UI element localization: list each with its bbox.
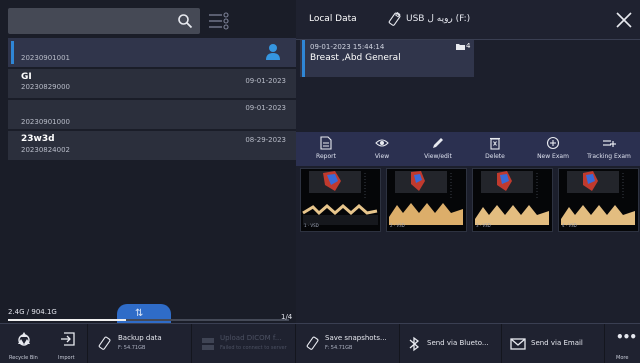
record-date: 09-01-2023: [245, 77, 286, 85]
thumbnail-strip: 1 · VSD 2 · VSD 3 · VSD 4 · VSD: [300, 168, 640, 232]
storage-bar-fill: [8, 319, 127, 321]
plus-circle-icon: [546, 136, 560, 150]
eye-icon: [375, 139, 389, 147]
toolbar-label: View: [374, 153, 390, 160]
record-id: 20230901000: [21, 118, 70, 126]
exam-description: Breast ,Abd General: [310, 53, 401, 63]
save-snapshots-label: Save snapshots...: [325, 334, 387, 342]
image-thumbnail[interactable]: 4 · VSD: [558, 168, 639, 232]
send-email-button[interactable]: Send via Email: [502, 324, 605, 363]
more-button[interactable]: ••• More: [605, 324, 640, 363]
detail-panel: Local Data USB رویه ل (F:) 09-01-2023 15…: [296, 0, 640, 323]
backup-data-button[interactable]: Backup data F: 54.71GB: [88, 324, 192, 363]
search-input[interactable]: [8, 8, 200, 34]
tab-bar: Local Data USB رویه ل (F:): [296, 0, 640, 40]
toolbar-label: View/edit: [424, 153, 452, 160]
image-thumbnail[interactable]: 3 · VSD: [472, 168, 553, 232]
record-id: 20230901001: [21, 54, 70, 62]
patient-icon: [266, 44, 280, 60]
image-count: 4: [466, 42, 471, 50]
view-button[interactable]: View: [353, 132, 411, 166]
image-thumbnail[interactable]: 2 · VSD: [386, 168, 467, 232]
recycle-bin-button[interactable]: Recycle Bin: [0, 324, 48, 363]
record-date: 08-29-2023: [245, 136, 286, 144]
upload-dicom-label: Upload DICOM f...: [220, 334, 282, 342]
report-button[interactable]: Report: [297, 132, 355, 166]
record-id: 20230824002: [21, 146, 70, 154]
tab-usb-drive[interactable]: USB رویه ل (F:): [406, 14, 470, 24]
sort-button[interactable]: ⇅: [117, 304, 171, 324]
record-row[interactable]: 23w3d 20230824002 08-29-2023: [8, 131, 296, 160]
record-row[interactable]: GI 20230829000 09-01-2023: [8, 69, 296, 98]
more-label: More: [616, 355, 629, 361]
record-name: 23w3d: [21, 134, 55, 144]
thumbnail-label: 4 · VSD: [562, 223, 577, 228]
toolbar-label: Report: [316, 153, 336, 160]
sort-arrows-icon: ⇅: [135, 308, 144, 319]
toolbar-label: Delete: [485, 153, 505, 160]
thumbnail-label: 3 · VSD: [476, 223, 491, 228]
usb-icon: [388, 12, 401, 26]
storage-bar: [8, 319, 289, 321]
upload-dicom-button[interactable]: Upload DICOM f... Failed to connect to s…: [192, 324, 296, 363]
bluetooth-icon: [409, 336, 420, 352]
delete-button[interactable]: Delete: [466, 132, 524, 166]
tab-local-data[interactable]: Local Data: [309, 14, 357, 24]
filter-list-icon[interactable]: [206, 9, 232, 33]
import-icon: [61, 332, 75, 346]
report-icon: [320, 136, 332, 150]
page-indicator: 1/4: [281, 313, 293, 321]
more-icon: •••: [616, 330, 637, 344]
recycle-bin-label: Recycle Bin: [9, 355, 38, 361]
exam-toolbar: Report View View/edit Delete New Exam Tr…: [296, 132, 640, 166]
send-bluetooth-label: Send via Blueto...: [427, 339, 489, 347]
tracking-icon: [603, 140, 616, 147]
view-edit-button[interactable]: View/edit: [409, 132, 467, 166]
record-list: 20230901001 GI 20230829000 09-01-2023 20…: [8, 38, 296, 162]
usb-icon: [306, 336, 319, 350]
folder-icon: [456, 44, 465, 50]
import-button[interactable]: Import: [48, 324, 88, 363]
record-row[interactable]: 20230901000 09-01-2023: [8, 100, 296, 129]
storage-usage: 2.4G / 904.1G: [8, 308, 57, 316]
toolbar-label: New Exam: [537, 153, 569, 160]
record-name: GI: [21, 72, 32, 82]
exam-datetime: 09-01-2023 15:44:14: [310, 43, 385, 51]
pencil-icon: [433, 138, 443, 148]
tracking-exam-button[interactable]: Tracking Exam: [580, 132, 638, 166]
record-panel: 20230901001 GI 20230829000 09-01-2023 20…: [0, 0, 296, 363]
save-snapshots-button[interactable]: Save snapshots... F: 54.71GB: [296, 324, 400, 363]
send-email-label: Send via Email: [531, 339, 583, 347]
thumbnail-label: 1 · VSD: [304, 223, 319, 228]
usb-icon: [98, 336, 111, 350]
record-date: 09-01-2023: [245, 104, 286, 112]
import-label: Import: [58, 355, 75, 361]
backup-free-space: F: 54.71GB: [118, 345, 146, 351]
selection-indicator: [302, 40, 305, 77]
recycle-icon: [18, 332, 30, 346]
exam-card[interactable]: 09-01-2023 15:44:14 Breast ,Abd General …: [300, 40, 474, 77]
toolbar-label: Tracking Exam: [587, 153, 631, 160]
record-id: 20230829000: [21, 83, 70, 91]
trash-icon: [490, 137, 500, 150]
app-window: 20230901001 GI 20230829000 09-01-2023 20…: [0, 0, 640, 363]
record-row[interactable]: 20230901001: [8, 38, 296, 67]
server-icon: [202, 338, 214, 350]
close-icon[interactable]: [614, 10, 634, 30]
search-icon[interactable]: [177, 13, 193, 29]
image-thumbnail[interactable]: 1 · VSD: [300, 168, 381, 232]
backup-data-label: Backup data: [118, 334, 162, 342]
new-exam-button[interactable]: New Exam: [524, 132, 582, 166]
email-icon: [510, 338, 526, 350]
bottom-action-bar: Recycle Bin Import Backup data F: 54.71G…: [0, 323, 640, 363]
thumbnail-label: 2 · VSD: [390, 223, 405, 228]
send-bluetooth-button[interactable]: Send via Blueto...: [400, 324, 502, 363]
snapshot-free-space: F: 54.71GB: [325, 345, 353, 351]
selection-indicator: [11, 41, 14, 64]
upload-status: Failed to connect to server: [220, 345, 287, 351]
